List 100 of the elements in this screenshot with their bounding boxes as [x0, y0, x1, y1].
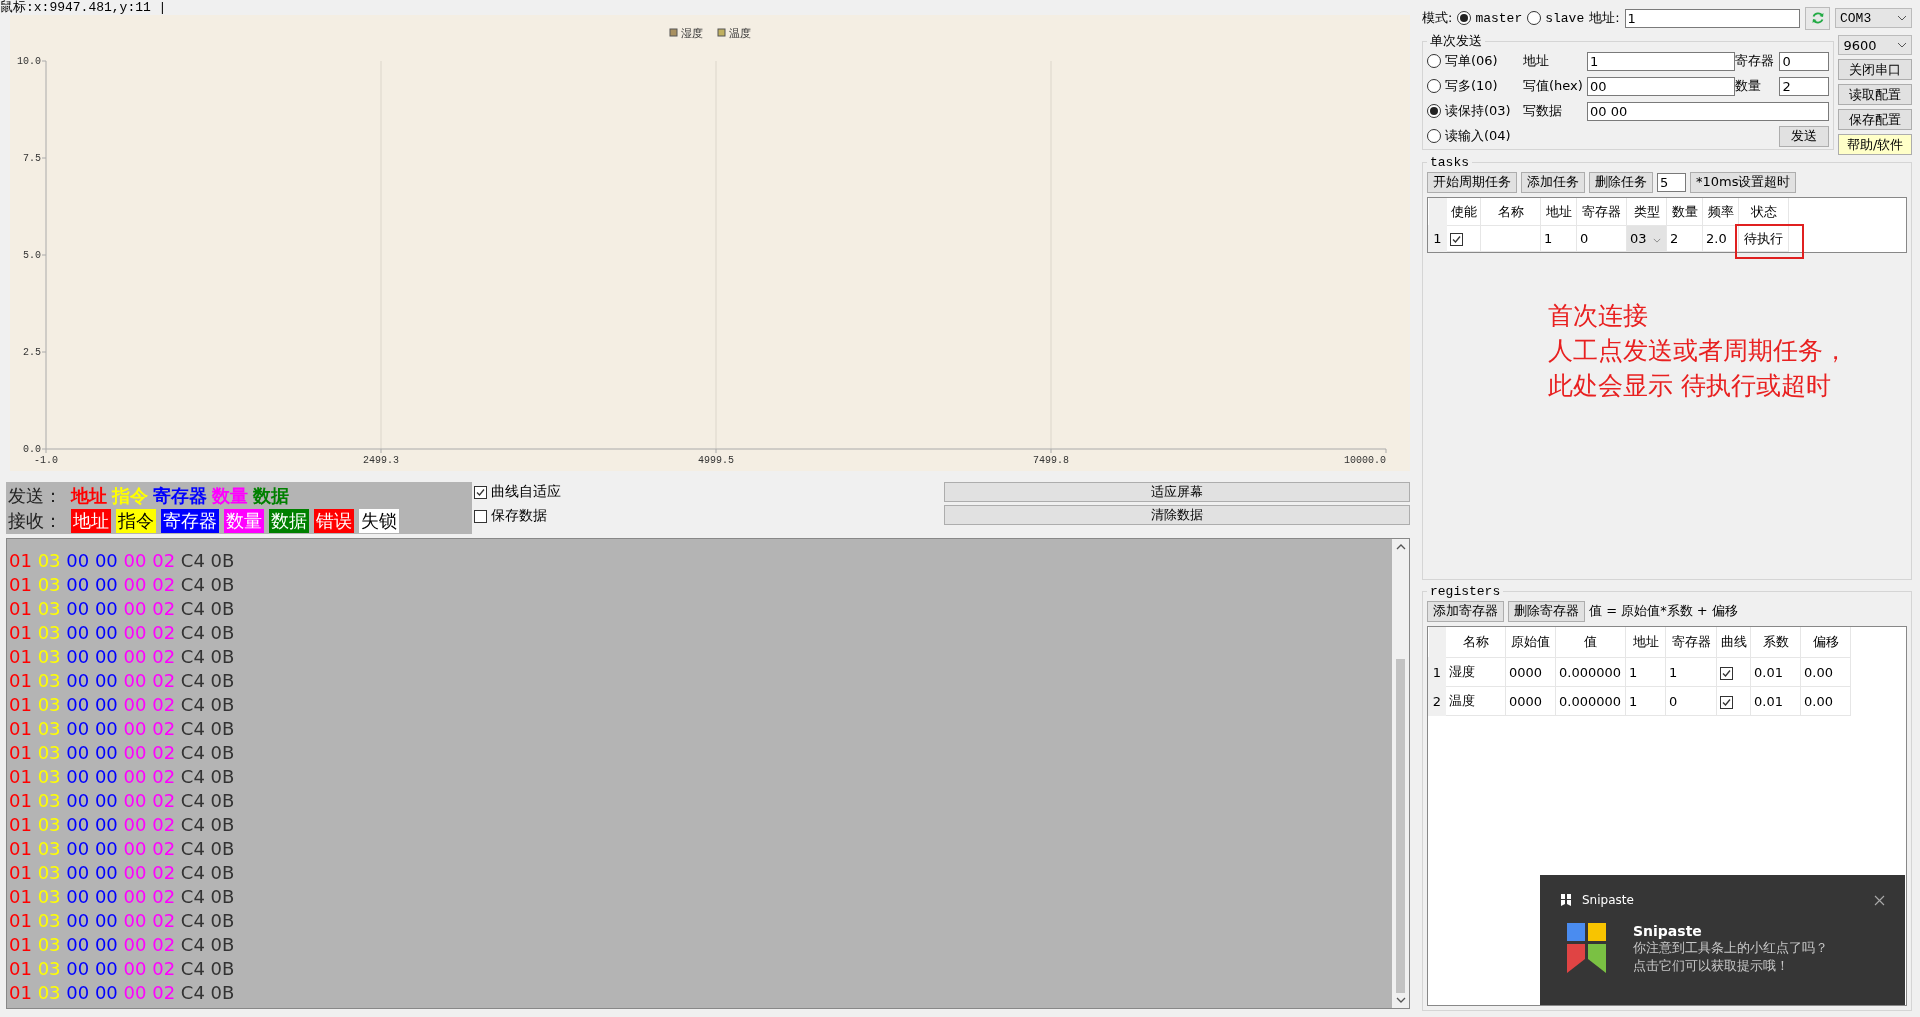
- scroll-up-icon[interactable]: [1395, 544, 1406, 550]
- axis-label: 5.0: [23, 250, 41, 261]
- column-header: 使能: [1446, 198, 1481, 226]
- radio-button[interactable]: [1427, 129, 1441, 143]
- baud-select[interactable]: 9600: [1838, 35, 1912, 55]
- checkbox-label[interactable]: 保存数据: [491, 507, 547, 525]
- app-name: Snipaste: [1582, 893, 1635, 907]
- log-line: 01 03 00 00 00 02 C4 0B: [9, 957, 236, 981]
- legend-item: 指令: [112, 483, 148, 508]
- formula-text: 值 = 原始值*系数 + 偏移: [1589, 602, 1738, 620]
- log-line: 01 03 00 00 00 02 C4 0B: [9, 765, 236, 789]
- scroll-down-icon[interactable]: [1395, 997, 1406, 1003]
- table-cell: 0.01: [1750, 686, 1801, 716]
- checkbox-label[interactable]: 曲线自适应: [491, 483, 561, 501]
- checkbox[interactable]: [474, 485, 487, 499]
- checkbox[interactable]: [1450, 233, 1463, 246]
- side-button[interactable]: 读取配置: [1838, 84, 1912, 105]
- address-field[interactable]: 1: [1624, 8, 1800, 28]
- column-header: 曲线: [1716, 627, 1751, 658]
- axis-label: 7499.8: [1033, 455, 1069, 466]
- task-button[interactable]: 添加任务: [1521, 171, 1585, 193]
- field-label: 模式:: [1422, 9, 1453, 27]
- radio-button[interactable]: [1527, 11, 1542, 25]
- scroll-thumb[interactable]: [1396, 659, 1405, 993]
- close-icon[interactable]: [1874, 894, 1885, 906]
- radio-label[interactable]: 读输入(04): [1445, 127, 1511, 145]
- table-cell: 温度: [1445, 686, 1506, 716]
- send-button[interactable]: 发送: [1779, 125, 1830, 147]
- log-line: 01 03 00 00 00 02 C4 0B: [9, 597, 236, 621]
- checkbox[interactable]: [474, 509, 487, 523]
- register-button[interactable]: 添加寄存器: [1427, 600, 1504, 622]
- task-button[interactable]: 删除任务: [1589, 171, 1653, 193]
- field-label: 寄存器: [1735, 52, 1776, 70]
- table-cell: 1: [1665, 657, 1717, 687]
- table-cell: 0: [1576, 225, 1627, 252]
- table-cell: 0.000000: [1555, 657, 1626, 687]
- radio-label[interactable]: 写单(06): [1445, 52, 1498, 70]
- radio-label[interactable]: master: [1475, 10, 1523, 26]
- write-value-field[interactable]: 00: [1587, 76, 1736, 96]
- refresh-button[interactable]: [1805, 6, 1830, 30]
- legend-chip: 失锁: [359, 508, 399, 533]
- radio-label[interactable]: 写多(10): [1445, 77, 1498, 95]
- legend-item: 地址: [71, 483, 107, 508]
- column-header: 地址: [1540, 198, 1577, 226]
- task-button[interactable]: 开始周期任务: [1427, 171, 1517, 193]
- column-header: 名称: [1480, 198, 1541, 226]
- scrollbar[interactable]: [1392, 539, 1409, 1008]
- radio-button[interactable]: [1427, 79, 1441, 93]
- log-line: 01 03 00 00 00 02 C4 0B: [9, 933, 236, 957]
- side-button[interactable]: 帮助/软件: [1838, 134, 1912, 155]
- side-button[interactable]: 关闭串口: [1838, 59, 1912, 80]
- radio-button[interactable]: [1427, 54, 1441, 68]
- axis-label: 10000.0: [1344, 455, 1386, 466]
- column-header: 状态: [1738, 198, 1789, 226]
- timeout-button[interactable]: *10ms设置超时: [1690, 171, 1797, 193]
- legend-chip: 指令: [116, 508, 156, 533]
- annotation-text: 此处会显示 待执行或超时: [1548, 370, 1832, 402]
- radio-button[interactable]: [1427, 104, 1441, 118]
- log-line: 01 03 00 00 00 02 C4 0B: [9, 573, 236, 597]
- register-button[interactable]: 删除寄存器: [1508, 600, 1585, 622]
- row-number: 2: [1428, 686, 1446, 716]
- table-cell: 待执行: [1744, 230, 1783, 246]
- table-cell: 湿度: [1445, 657, 1506, 687]
- column-header: 数量: [1666, 198, 1703, 226]
- checkbox[interactable]: [1720, 695, 1733, 709]
- legend-label: 发送：: [8, 483, 62, 508]
- notification-text: 你注意到工具条上的小红点了吗？: [1633, 939, 1828, 957]
- port-select[interactable]: COM3: [1835, 8, 1912, 28]
- register-field[interactable]: 0: [1779, 51, 1830, 71]
- legend-chip: 数量: [224, 508, 264, 533]
- row-number: 1: [1428, 225, 1447, 252]
- timeout-field[interactable]: 5: [1657, 172, 1686, 192]
- side-button[interactable]: 保存配置: [1838, 109, 1912, 130]
- axis-label: 2.5: [23, 347, 41, 358]
- log-line: 01 03 00 00 00 02 C4 0B: [9, 861, 236, 885]
- action-button[interactable]: 清除数据: [944, 505, 1410, 525]
- log-line: 01 03 00 00 00 02 C4 0B: [9, 549, 236, 573]
- axis-label: -1.0: [34, 455, 58, 466]
- log-line: 01 03 00 00 00 02 C4 0B: [9, 645, 236, 669]
- table-cell: 1: [1540, 225, 1577, 252]
- table-cell: 2.0: [1702, 225, 1739, 252]
- table-cell: 0.000000: [1555, 686, 1626, 716]
- table-cell: 1: [1625, 657, 1666, 687]
- caret-icon[interactable]: [1897, 15, 1907, 21]
- checkbox[interactable]: [1720, 666, 1733, 680]
- field-label: 写数据: [1523, 102, 1563, 120]
- type-select[interactable]: 03: [1626, 225, 1667, 252]
- radio-button[interactable]: [1457, 11, 1472, 25]
- column-header: 频率: [1702, 198, 1739, 226]
- address-field[interactable]: 1: [1587, 51, 1736, 71]
- radio-label[interactable]: slave: [1545, 10, 1585, 26]
- annotation-text: 首次连接: [1548, 300, 1649, 332]
- axis-label: 7.5: [23, 153, 41, 164]
- action-button[interactable]: 适应屏幕: [944, 482, 1410, 502]
- write-data-field[interactable]: 00 00: [1587, 101, 1830, 121]
- notification-title: Snipaste: [1633, 923, 1703, 939]
- caret-icon[interactable]: [1897, 42, 1907, 48]
- column-header: 值: [1555, 627, 1626, 658]
- count-field[interactable]: 2: [1779, 76, 1830, 96]
- radio-label[interactable]: 读保持(03): [1445, 102, 1511, 120]
